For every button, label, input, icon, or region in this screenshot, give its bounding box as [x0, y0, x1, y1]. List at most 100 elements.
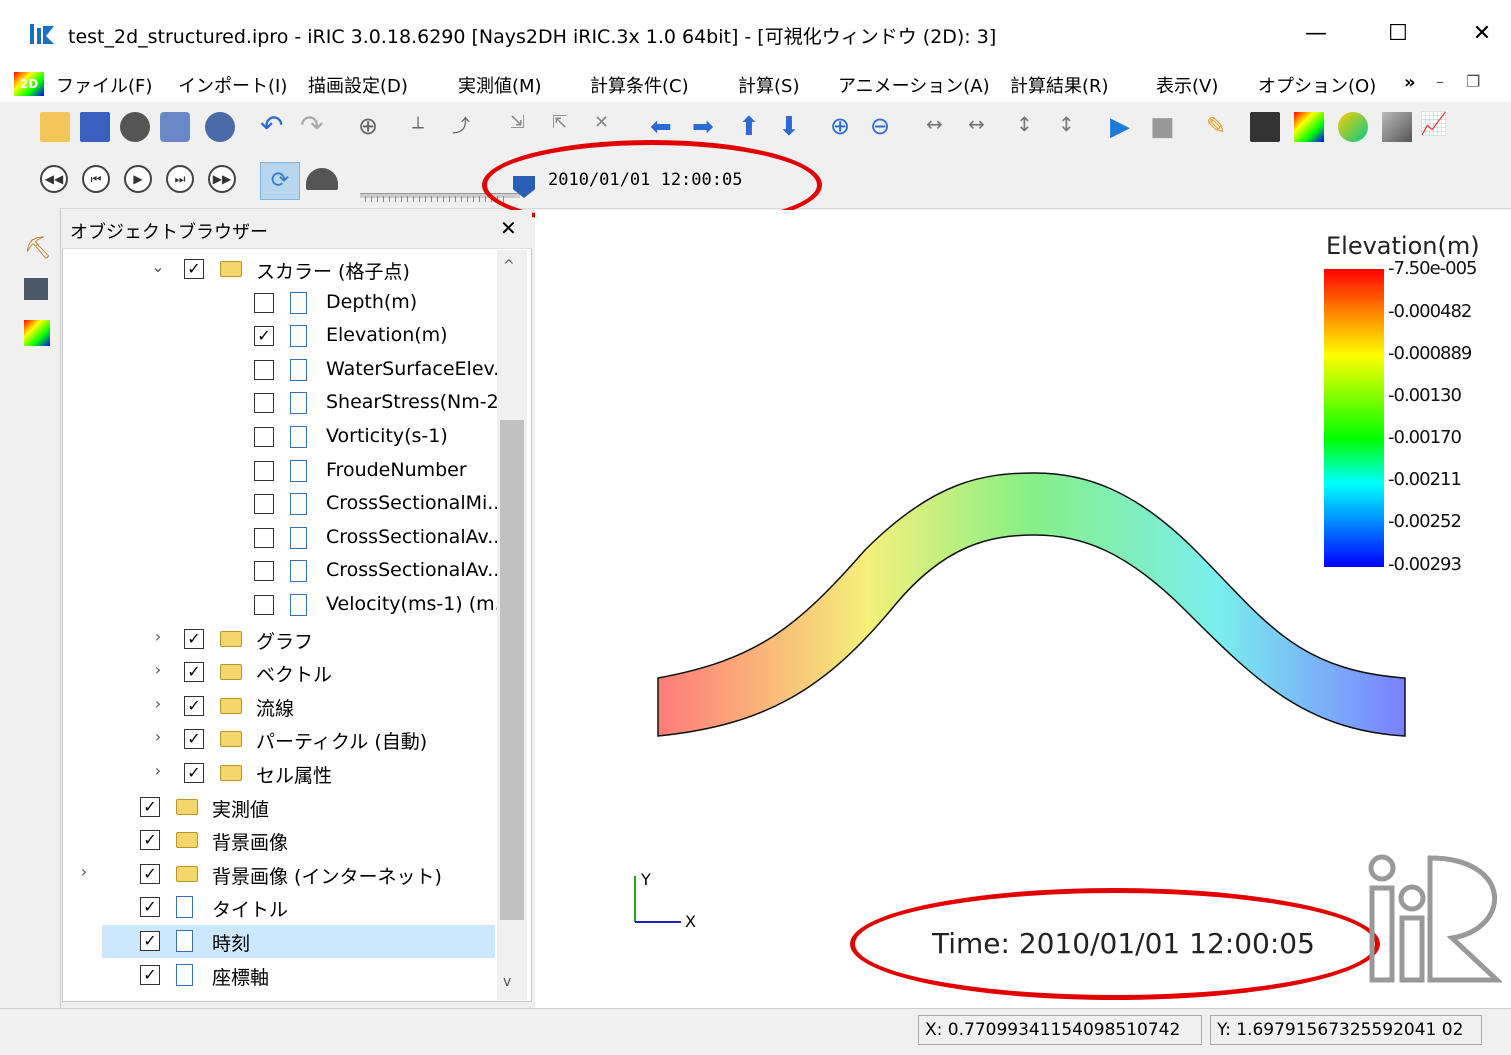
axis-x-icon[interactable]: ⟂ — [412, 112, 442, 142]
snapshot-icon[interactable] — [120, 112, 150, 142]
visibility-checkbox[interactable]: ✓ — [140, 863, 160, 884]
zoom-out-icon[interactable]: ⊖ — [870, 112, 900, 142]
menu-calc-conditions[interactable]: 計算条件(C) — [590, 72, 689, 98]
copy-icon[interactable] — [160, 112, 190, 142]
tree-row[interactable]: ✓ 時刻 — [102, 925, 495, 958]
tree-row[interactable]: › ✓ 流線 — [70, 690, 495, 723]
visibility-checkbox[interactable] — [254, 393, 274, 414]
tree-row[interactable]: Vorticity(s-1) — [70, 421, 495, 454]
tree-row[interactable]: › ✓ セル属性 — [70, 757, 495, 790]
chevron-right-icon[interactable]: › — [150, 761, 166, 780]
menu-file[interactable]: ファイル(F) — [56, 72, 152, 98]
property-tab-icon[interactable] — [24, 278, 48, 300]
visibility-checkbox[interactable] — [254, 427, 274, 447]
visibility-checkbox[interactable]: ✓ — [184, 628, 204, 649]
menu-calc[interactable]: 計算(S) — [738, 72, 799, 98]
rotate-90-icon[interactable]: ⤴ — [452, 112, 482, 142]
visibility-checkbox[interactable] — [254, 561, 274, 582]
visibility-checkbox[interactable] — [254, 460, 274, 481]
close-button[interactable]: ✕ — [1452, 14, 1511, 54]
colorbar-tab-icon[interactable] — [24, 320, 50, 346]
tree-row[interactable]: ✓ Elevation(m) — [70, 320, 495, 353]
visibility-checkbox[interactable]: ✓ — [140, 964, 160, 985]
object-browser-tab-icon[interactable]: ⛏ — [24, 236, 52, 262]
first-frame-icon[interactable]: ⏮ — [82, 165, 110, 193]
menu-import[interactable]: インポート(I) — [178, 72, 287, 98]
tree-row[interactable]: ✓ 座標軸 — [102, 959, 495, 992]
visibility-checkbox[interactable]: ✓ — [184, 259, 204, 279]
mdi-restore-icon[interactable]: ❐ — [1466, 72, 1480, 91]
zoom-out-x-icon[interactable]: ↔ — [968, 112, 998, 142]
chevron-down-icon[interactable]: ⌄ — [150, 257, 166, 276]
zoom-in-icon[interactable]: ⊕ — [830, 112, 860, 142]
visibility-checkbox[interactable]: ✓ — [184, 729, 204, 750]
chevron-right-icon[interactable]: › — [150, 660, 166, 679]
run-icon[interactable]: ▶ — [1110, 112, 1140, 142]
tree-row[interactable]: CrossSectionalAv... — [70, 555, 505, 588]
visibility-checkbox[interactable]: ✓ — [184, 695, 204, 716]
visibility-checkbox[interactable] — [254, 494, 274, 515]
edit-pencil-icon[interactable]: ✎ — [1206, 112, 1236, 142]
visibility-checkbox[interactable]: ✓ — [140, 897, 160, 918]
step-back-icon[interactable]: ◀◀ — [40, 165, 68, 193]
tree-row[interactable]: › ✓ 背景画像 (インターネット) — [81, 858, 495, 891]
menu-animation[interactable]: アニメーション(A) — [838, 72, 990, 98]
chevron-right-icon[interactable]: › — [76, 862, 92, 881]
play-icon[interactable]: ▶ — [124, 165, 152, 193]
tree-row[interactable]: Velocity(ms-1) (m... — [70, 589, 513, 622]
move-left-icon[interactable]: ⬅ — [650, 112, 680, 142]
visibility-checkbox[interactable]: ✓ — [184, 763, 204, 783]
tree-row[interactable]: WaterSurfaceElev... — [70, 354, 511, 387]
tree-row[interactable]: ✓ 背景画像 — [102, 824, 495, 857]
tree-row[interactable]: ShearStress(Nm-2) — [70, 387, 506, 420]
zoom-select-icon[interactable]: ⊕ — [358, 112, 388, 142]
console-icon[interactable] — [1250, 112, 1280, 142]
visibility-checkbox[interactable] — [254, 359, 274, 380]
menu-results[interactable]: 計算結果(R) — [1010, 72, 1109, 98]
tree-row[interactable]: ✓ 実測値 — [102, 791, 495, 824]
tree-scrollbar-thumb[interactable] — [500, 420, 524, 920]
menu-view[interactable]: 表示(V) — [1156, 72, 1218, 98]
visibility-checkbox[interactable] — [254, 527, 274, 548]
minimize-button[interactable]: — — [1286, 14, 1346, 54]
scroll-down-icon[interactable]: v — [503, 974, 511, 990]
flip-y-icon[interactable]: ⇱ — [552, 112, 582, 142]
tree-row[interactable]: ⌄ ✓ スカラー (格子点) — [70, 253, 495, 286]
visibility-checkbox[interactable] — [254, 292, 274, 313]
move-up-icon[interactable]: ⬆ — [738, 112, 768, 142]
zoom-out-y-icon[interactable]: ↕ — [1058, 112, 1088, 142]
zoom-in-y-icon[interactable]: ↕ — [1016, 112, 1046, 142]
window-2d-bird-icon[interactable] — [1338, 112, 1368, 142]
tree-row[interactable]: › ✓ ベクトル — [70, 656, 495, 689]
follow-time-icon[interactable]: ⟳ — [260, 162, 300, 200]
visibility-checkbox[interactable]: ✓ — [140, 931, 160, 951]
menu-measured[interactable]: 実測値(M) — [458, 72, 542, 98]
chevron-right-icon[interactable]: › — [150, 694, 166, 713]
visibility-checkbox[interactable] — [254, 595, 274, 615]
tree-row[interactable]: FroudeNumber — [70, 455, 495, 488]
undo-icon[interactable]: ↶ — [260, 112, 290, 142]
scroll-up-icon[interactable]: ^ — [503, 258, 515, 274]
zoom-in-x-icon[interactable]: ↔ — [926, 112, 956, 142]
tree-row[interactable]: CrossSectionalMi... — [70, 488, 505, 521]
tree-row[interactable]: CrossSectionalAv... — [70, 522, 505, 555]
last-frame-icon[interactable]: ⏭ — [166, 165, 194, 193]
menu-options[interactable]: オプション(O) — [1258, 72, 1376, 98]
visibility-checkbox[interactable]: ✓ — [140, 830, 160, 851]
window-2d-icon[interactable] — [1294, 112, 1324, 142]
tree-row[interactable]: › ✓ グラフ — [70, 623, 495, 656]
menu-draw-settings[interactable]: 描画設定(D) — [308, 72, 408, 98]
layers-icon[interactable] — [205, 112, 235, 142]
mdi-minimize-icon[interactable]: – — [1436, 72, 1444, 91]
tree-row[interactable]: › ✓ パーティクル (自動) — [70, 723, 495, 756]
open-folder-icon[interactable] — [40, 112, 70, 142]
visibility-checkbox[interactable]: ✓ — [184, 662, 204, 683]
object-browser-close-icon[interactable]: ✕ — [500, 216, 517, 240]
tree-row[interactable]: ✓ タイトル — [102, 891, 495, 924]
tree-row[interactable]: Depth(m) — [70, 287, 495, 320]
graph-icon[interactable]: 📈 — [1420, 112, 1450, 142]
visibility-checkbox[interactable]: ✓ — [254, 326, 274, 347]
menu-overflow[interactable]: » — [1404, 72, 1416, 93]
move-right-icon[interactable]: ➡ — [692, 112, 722, 142]
reset-axis-icon[interactable]: ✕ — [594, 112, 624, 142]
